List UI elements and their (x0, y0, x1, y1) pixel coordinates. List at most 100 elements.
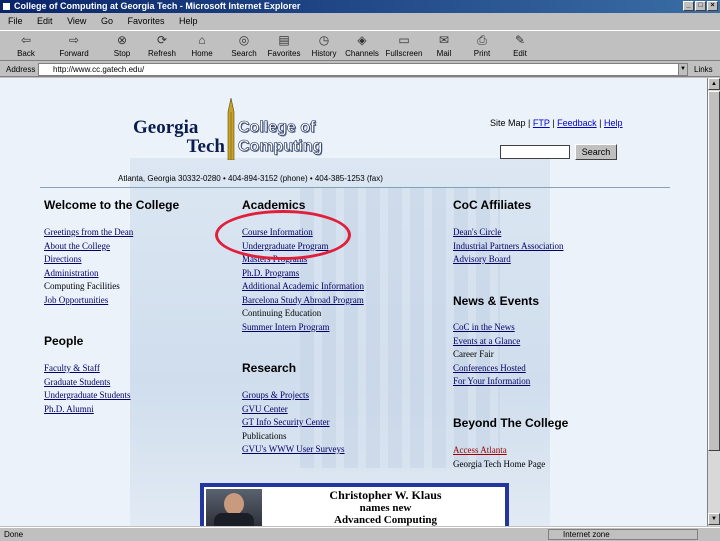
list-item[interactable]: For Your Information (453, 375, 530, 389)
back-button[interactable]: ⇦ Back (6, 33, 46, 61)
help-link[interactable]: Help (604, 118, 623, 128)
title-bar: College of Computing at Georgia Tech - M… (0, 0, 720, 13)
refresh-icon: ⟳ (156, 33, 168, 47)
affiliates-links: Dean's Circle Industrial Partners Associ… (453, 226, 563, 267)
print-icon: ⎙ (477, 33, 487, 47)
list-item[interactable]: Advisory Board (453, 253, 563, 267)
home-icon: ⌂ (198, 33, 206, 47)
list-item[interactable]: GVU's WWW User Surveys (242, 443, 345, 457)
site-map-link[interactable]: Site Map (490, 118, 526, 128)
list-item[interactable]: Additional Academic Information (242, 280, 364, 294)
address-label: Address (6, 65, 36, 74)
links-button[interactable]: Links (694, 62, 713, 77)
welcome-heading: Welcome to the College (44, 198, 180, 212)
favorites-button[interactable]: ▤ Favorites (264, 33, 304, 61)
vertical-scrollbar[interactable]: ▲ ▼ (707, 78, 720, 526)
channels-button[interactable]: ◈ Channels (342, 33, 382, 61)
edit-icon: ✎ (514, 33, 526, 47)
list-item[interactable]: Job Opportunities (44, 294, 133, 308)
list-item[interactable]: Directions (44, 253, 133, 267)
top-links: Site Map | FTP | Feedback | Help (490, 118, 623, 128)
list-item[interactable]: Administration (44, 267, 133, 281)
print-button[interactable]: ⎙ Print (462, 33, 502, 61)
list-item[interactable]: Ph.D. Programs (242, 267, 364, 281)
site-search-input[interactable] (500, 145, 570, 159)
welcome-links: Greetings from the Dean About the Colleg… (44, 226, 133, 307)
status-text: Done (4, 530, 24, 539)
scroll-up-button[interactable]: ▲ (708, 78, 720, 90)
divider (40, 187, 670, 188)
address-dropdown-button[interactable]: ▼ (678, 63, 688, 76)
list-item[interactable]: Access Atlanta (453, 444, 545, 458)
list-item[interactable]: Publications (242, 430, 345, 444)
menu-edit[interactable]: Edit (37, 16, 53, 26)
list-item[interactable]: Georgia Tech Home Page (453, 458, 545, 472)
list-item[interactable]: Summer Intern Program (242, 321, 364, 335)
list-item[interactable]: Barcelona Study Abroad Program (242, 294, 364, 308)
list-item[interactable]: Greetings from the Dean (44, 226, 133, 240)
history-icon: ◷ (318, 33, 330, 47)
menu-help[interactable]: Help (179, 16, 198, 26)
ftp-link[interactable]: FTP (533, 118, 550, 128)
fullscreen-button[interactable]: ▭ Fullscreen (384, 33, 424, 61)
list-item[interactable]: Dean's Circle (453, 226, 563, 240)
list-item[interactable]: Continuing Education (242, 307, 364, 321)
history-button[interactable]: ◷ History (304, 33, 344, 61)
stop-icon: ⊗ (116, 33, 128, 47)
minimize-button[interactable]: _ (683, 1, 694, 11)
menu-favorites[interactable]: Favorites (127, 16, 164, 26)
menu-view[interactable]: View (67, 16, 86, 26)
close-button[interactable]: × (707, 1, 718, 11)
mail-button[interactable]: ✉ Mail (424, 33, 464, 61)
list-item[interactable]: About the College (44, 240, 133, 254)
beyond-heading: Beyond The College (453, 416, 569, 430)
search-button[interactable]: ◎ Search (224, 33, 264, 61)
georgia-tech-logo[interactable]: Georgia Tech (133, 118, 225, 160)
toolbar: ⇦ Back ⇨ Forward ⊗ Stop ⟳ Refresh ⌂ Home ◎ Sea… (0, 30, 720, 61)
scroll-down-button[interactable]: ▼ (708, 513, 720, 525)
list-item[interactable]: Industrial Partners Association (453, 240, 563, 254)
list-item[interactable]: CoC in the News (453, 321, 530, 335)
menu-go[interactable]: Go (101, 16, 113, 26)
security-zone: Internet zone (548, 529, 698, 540)
list-item[interactable]: Undergraduate Students (44, 389, 131, 403)
feedback-link[interactable]: Feedback (557, 118, 597, 128)
portrait-photo (206, 489, 262, 526)
mail-icon: ✉ (438, 33, 450, 47)
forward-arrow-icon: ⇨ (68, 33, 80, 47)
scroll-thumb[interactable] (708, 91, 720, 451)
address-input[interactable]: http://www.cc.gatech.edu/ (38, 63, 683, 76)
maximize-button[interactable]: □ (695, 1, 706, 11)
list-item[interactable]: GT Info Security Center (242, 416, 345, 430)
forward-button[interactable]: ⇨ Forward (54, 33, 94, 61)
contact-info: Atlanta, Georgia 30332-0280 • 404-894-31… (118, 174, 383, 183)
list-item[interactable]: Events at a Glance (453, 335, 530, 349)
menu-file[interactable]: File (8, 16, 23, 26)
research-heading: Research (242, 361, 297, 375)
people-links: Faculty & Staff Graduate Students Underg… (44, 362, 131, 416)
college-of-computing-logo[interactable]: College of Computing (238, 118, 358, 160)
list-item[interactable]: Faculty & Staff (44, 362, 131, 376)
list-item[interactable]: Ph.D. Alumni (44, 403, 131, 417)
list-item[interactable]: Conferences Hosted (453, 362, 530, 376)
affiliates-heading: CoC Affiliates (453, 198, 532, 212)
list-item[interactable]: GVU Center (242, 403, 345, 417)
stop-button[interactable]: ⊗ Stop (102, 33, 142, 61)
list-item[interactable]: Groups & Projects (242, 389, 345, 403)
refresh-button[interactable]: ⟳ Refresh (142, 33, 182, 61)
news-banner[interactable]: Christopher W. Klaus names new Advanced … (200, 483, 509, 526)
list-item[interactable]: Career Fair (453, 348, 530, 362)
site-search-button[interactable]: Search (575, 144, 617, 160)
browser-window: College of Computing at Georgia Tech - M… (0, 0, 720, 540)
home-button[interactable]: ⌂ Home (182, 33, 222, 61)
edit-button[interactable]: ✎ Edit (500, 33, 540, 61)
menu-bar: File Edit View Go Favorites Help (0, 14, 720, 29)
back-arrow-icon: ⇦ (20, 33, 32, 47)
status-bar: Done Internet zone (0, 527, 720, 540)
list-item[interactable]: Computing Facilities (44, 280, 133, 294)
news-banner-inner: Christopher W. Klaus names new Advanced … (204, 487, 505, 526)
fullscreen-icon: ▭ (398, 33, 410, 47)
page-content: Georgia Tech College of Computing Site M… (0, 78, 707, 526)
list-item[interactable]: Graduate Students (44, 376, 131, 390)
window-controls: _ □ × (683, 1, 718, 11)
